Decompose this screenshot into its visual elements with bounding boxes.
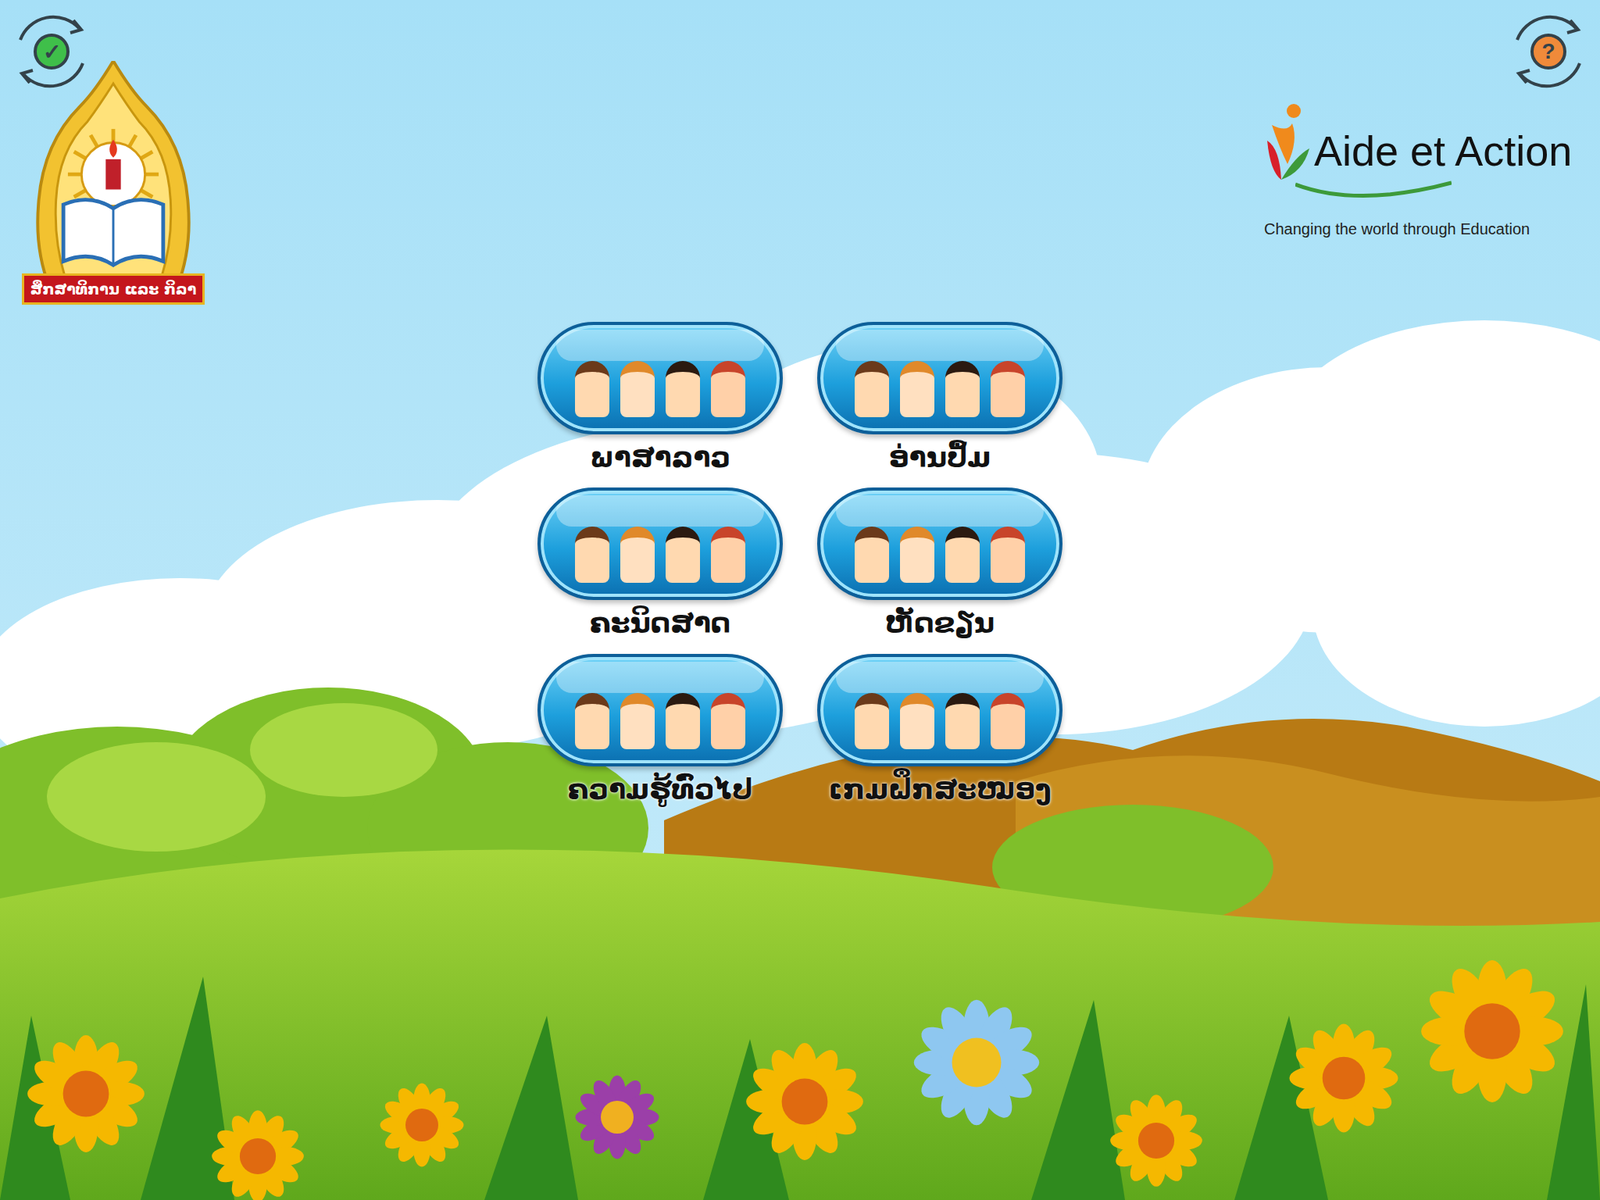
menu-label: ພາສາລາວ: [589, 437, 731, 477]
menu-illustration-icon: [537, 653, 783, 767]
check-icon: ✓: [33, 33, 70, 70]
question-icon: ?: [1530, 33, 1567, 70]
partner-name: Aide et Action: [1314, 125, 1572, 188]
child-figure-icon: [1264, 101, 1311, 188]
menu-item[interactable]: ຫັດຂຽນ: [817, 487, 1063, 643]
menu-illustration-icon: [537, 321, 783, 435]
menu-item[interactable]: ອ່ານປຶ້ມ: [817, 321, 1063, 477]
main-menu: ພາສາລາວ ອ່ານປຶ້ມ ຄະນິດສາດ ຫັດຂຽນ ຄວາມຮູ້…: [537, 321, 1063, 809]
partner-tagline: Changing the world through Education: [1264, 220, 1530, 239]
menu-label: ຄວາມຮູ້ທົ່ວໄປ: [567, 769, 754, 809]
menu-label: ຄະນິດສາດ: [589, 603, 732, 643]
menu-label: ເກມຝຶກສະໝອງ: [828, 769, 1051, 809]
menu-item[interactable]: ເກມຝຶກສະໝອງ: [817, 653, 1063, 809]
menu-label: ຫັດຂຽນ: [885, 603, 995, 643]
menu-illustration-icon: [817, 321, 1063, 435]
menu-item[interactable]: ຄວາມຮູ້ທົ່ວໄປ: [537, 653, 783, 809]
menu-label: ອ່ານປຶ້ມ: [889, 437, 992, 477]
app-screen: ✓ ? ສຶກສາທິການ ແລະ ກິລາ Aide et Action C…: [0, 0, 1600, 1200]
landscape-background: [0, 0, 1600, 1200]
menu-illustration-icon: [817, 487, 1063, 600]
menu-item[interactable]: ຄະນິດສາດ: [537, 487, 783, 643]
header: ສຶກສາທິການ ແລະ ກິລາ Aide et Action Chang…: [0, 0, 1600, 305]
ministry-banner: ສຶກສາທິການ ແລະ ກິລາ: [21, 273, 205, 305]
swoosh-icon: [1295, 176, 1452, 200]
menu-illustration-icon: [537, 487, 783, 600]
menu-item[interactable]: ພາສາລາວ: [537, 321, 783, 477]
partner-logo: Aide et Action Changing the world throug…: [1264, 101, 1569, 239]
help-button[interactable]: ?: [1501, 4, 1596, 99]
confirm-button[interactable]: ✓: [4, 4, 99, 99]
menu-illustration-icon: [817, 653, 1063, 767]
